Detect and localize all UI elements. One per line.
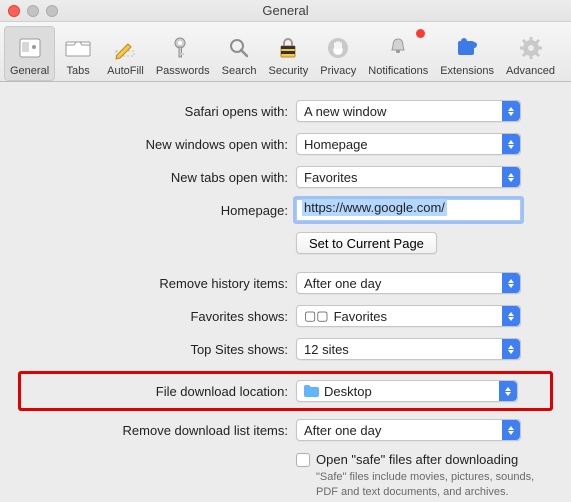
- tab-security[interactable]: Security: [262, 26, 314, 81]
- tab-label: Extensions: [440, 65, 494, 77]
- pencil-icon: [109, 32, 141, 64]
- new-tabs-label: New tabs open with:: [18, 170, 296, 185]
- new-windows-popup[interactable]: Homepage: [296, 133, 521, 155]
- window-controls: [8, 5, 58, 17]
- popup-value: After one day: [304, 276, 381, 291]
- popup-value: Desktop: [324, 384, 372, 399]
- tab-label: Search: [222, 65, 257, 77]
- popup-value: A new window: [304, 104, 386, 119]
- book-icon: ▢▢: [304, 308, 329, 324]
- close-window-button[interactable]: [8, 5, 20, 17]
- tab-advanced[interactable]: Advanced: [500, 26, 561, 81]
- top-sites-label: Top Sites shows:: [18, 342, 296, 357]
- folder-icon: [304, 385, 319, 397]
- popup-value: After one day: [304, 423, 381, 438]
- tab-extensions[interactable]: Extensions: [434, 26, 500, 81]
- popup-value: Homepage: [304, 137, 368, 152]
- tab-label: General: [10, 65, 49, 77]
- zoom-window-button[interactable]: [46, 5, 58, 17]
- tab-passwords[interactable]: Passwords: [150, 26, 216, 81]
- popup-value: 12 sites: [304, 342, 349, 357]
- tab-privacy[interactable]: Privacy: [314, 26, 362, 81]
- tab-label: Advanced: [506, 65, 555, 77]
- puzzle-icon: [451, 32, 483, 64]
- tab-autofill[interactable]: AutoFill: [101, 26, 150, 81]
- tab-label: Notifications: [368, 65, 428, 77]
- search-icon: [223, 32, 255, 64]
- homepage-field[interactable]: https://www.google.com/: [296, 199, 521, 221]
- download-location-label: File download location:: [24, 384, 296, 399]
- popup-value: Favorites: [304, 170, 357, 185]
- open-safe-files-label: Open "safe" files after downloading: [316, 452, 518, 467]
- stepper-arrows-icon: [502, 306, 520, 326]
- lock-icon: [272, 32, 304, 64]
- download-location-popup[interactable]: Desktop: [296, 380, 518, 402]
- new-windows-label: New windows open with:: [18, 137, 296, 152]
- general-pane: Safari opens with: A new window New wind…: [0, 82, 571, 502]
- remove-history-popup[interactable]: After one day: [296, 272, 521, 294]
- tab-search[interactable]: Search: [216, 26, 263, 81]
- gear-icon: [515, 32, 547, 64]
- stepper-arrows-icon: [502, 420, 520, 440]
- open-safe-files-description: "Safe" files include movies, pictures, s…: [316, 470, 541, 500]
- stepper-arrows-icon: [502, 167, 520, 187]
- tab-notifications[interactable]: Notifications: [362, 26, 434, 81]
- minimize-window-button[interactable]: [27, 5, 39, 17]
- stepper-arrows-icon: [499, 381, 517, 401]
- highlight-annotation: File download location: Desktop: [18, 371, 553, 411]
- new-tabs-popup[interactable]: Favorites: [296, 166, 521, 188]
- stepper-arrows-icon: [502, 273, 520, 293]
- stepper-arrows-icon: [502, 101, 520, 121]
- tabs-icon: [62, 32, 94, 64]
- remove-download-popup[interactable]: After one day: [296, 419, 521, 441]
- title-bar: General: [0, 0, 571, 22]
- safari-opens-popup[interactable]: A new window: [296, 100, 521, 122]
- tab-label: Security: [268, 65, 308, 77]
- remove-download-label: Remove download list items:: [18, 423, 296, 438]
- open-safe-files-checkbox[interactable]: [296, 453, 310, 467]
- homepage-value: https://www.google.com/: [302, 199, 447, 216]
- preferences-toolbar: General Tabs AutoFill Passwords Search S…: [0, 22, 571, 82]
- remove-history-label: Remove history items:: [18, 276, 296, 291]
- tab-label: AutoFill: [107, 65, 144, 77]
- popup-value: Favorites: [334, 309, 387, 324]
- favorites-shows-label: Favorites shows:: [18, 309, 296, 324]
- notification-badge: [416, 29, 425, 38]
- key-icon: [167, 32, 199, 64]
- switch-icon: [14, 32, 46, 64]
- window-title: General: [0, 3, 571, 18]
- tab-label: Passwords: [156, 65, 210, 77]
- favorites-shows-popup[interactable]: ▢▢ Favorites: [296, 305, 521, 327]
- tab-general[interactable]: General: [4, 26, 55, 81]
- homepage-label: Homepage:: [18, 203, 296, 218]
- safari-opens-label: Safari opens with:: [18, 104, 296, 119]
- hand-icon: [322, 32, 354, 64]
- tab-label: Tabs: [67, 65, 90, 77]
- tab-label: Privacy: [320, 65, 356, 77]
- stepper-arrows-icon: [502, 339, 520, 359]
- top-sites-popup[interactable]: 12 sites: [296, 338, 521, 360]
- bell-icon: [382, 32, 414, 64]
- stepper-arrows-icon: [502, 134, 520, 154]
- tab-tabs[interactable]: Tabs: [55, 26, 101, 81]
- set-current-page-button[interactable]: Set to Current Page: [296, 232, 437, 254]
